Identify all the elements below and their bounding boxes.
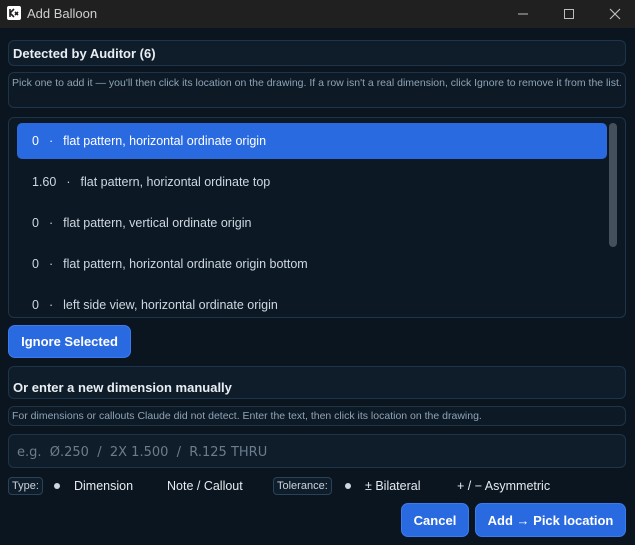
list-item-separator: · — [48, 134, 54, 148]
manual-header: Or enter a new dimension manually — [8, 366, 626, 399]
list-item-value: 0 — [32, 134, 39, 148]
detected-hint: Pick one to add it — you'll then click i… — [8, 72, 626, 108]
minimize-icon — [518, 13, 528, 15]
list-item-label: flat pattern, horizontal ordinate origin… — [63, 257, 308, 271]
list-item-label: flat pattern, horizontal ordinate origin — [63, 134, 267, 148]
list-item-label: flat pattern, vertical ordinate origin — [63, 216, 252, 230]
list-item[interactable]: 0 · left side view, horizontal ordinate … — [17, 287, 607, 317]
manual-hint-text: For dimensions or callouts Claude did no… — [12, 410, 482, 422]
list-item[interactable]: 1.60 · flat pattern, horizontal ordinate… — [17, 164, 607, 200]
tolerance-label: Tolerance: — [273, 477, 332, 495]
radio-bilateral-label: ± Bilateral — [365, 479, 421, 493]
minimize-button[interactable] — [500, 0, 546, 28]
title-bar: Add Balloon — [0, 0, 635, 28]
list-item-separator: · — [48, 257, 54, 271]
list-item[interactable]: 0 · flat pattern, horizontal ordinate or… — [17, 123, 607, 159]
dimension-input[interactable] — [17, 441, 617, 463]
close-icon — [609, 8, 621, 20]
close-button[interactable] — [592, 0, 635, 28]
detected-list[interactable]: 0 · flat pattern, horizontal ordinate or… — [8, 117, 626, 318]
type-label: Type: — [8, 477, 43, 495]
list-item[interactable]: 0 · flat pattern, horizontal ordinate or… — [17, 246, 607, 282]
logo-icon — [7, 6, 21, 20]
radio-asymmetric-label: + / − Asymmetric — [457, 479, 551, 493]
list-item-separator: · — [48, 216, 54, 230]
list-item[interactable]: 0 · flat pattern, vertical ordinate orig… — [17, 205, 607, 241]
manual-title: Or enter a new dimension manually — [13, 380, 232, 395]
radio-selected-icon — [50, 479, 64, 493]
detected-title: Detected by Auditor (6) — [13, 46, 156, 61]
manual-hint: For dimensions or callouts Claude did no… — [8, 406, 626, 426]
ignore-selected-button[interactable]: Ignore Selected — [8, 325, 131, 358]
radio-unselected-icon — [433, 479, 447, 493]
maximize-button[interactable] — [546, 0, 592, 28]
radio-dimension-label: Dimension — [74, 479, 134, 493]
list-item-label: flat pattern, horizontal ordinate top — [80, 175, 271, 189]
radio-unselected-icon — [143, 479, 157, 493]
radio-bilateral[interactable]: ± Bilateral — [341, 479, 421, 493]
radio-asymmetric[interactable]: + / − Asymmetric — [433, 479, 550, 493]
list-scrollbar-thumb[interactable] — [609, 123, 617, 247]
window-title: Add Balloon — [27, 6, 98, 21]
radio-selected-icon — [341, 479, 355, 493]
maximize-icon — [564, 9, 574, 19]
list-item-value: 0 — [32, 216, 39, 230]
radio-note-callout[interactable]: Note / Callout — [143, 479, 243, 493]
radio-note-callout-label: Note / Callout — [167, 479, 243, 493]
list-item-separator: · — [48, 298, 54, 312]
list-item-value: 0 — [32, 298, 39, 312]
list-item-label: left side view, horizontal ordinate orig… — [63, 298, 278, 312]
list-item-value: 1.60 — [32, 175, 57, 189]
add-pick-location-button[interactable]: Add → Pick location — [475, 503, 626, 537]
radio-dimension[interactable]: Dimension — [50, 479, 133, 493]
dimension-input-box[interactable] — [8, 434, 626, 468]
list-item-separator: · — [66, 175, 71, 189]
list-item-value: 0 — [32, 257, 39, 271]
detected-hint-text: Pick one to add it — you'll then click i… — [12, 77, 622, 89]
cancel-button[interactable]: Cancel — [401, 503, 469, 537]
detected-header: Detected by Auditor (6) — [8, 40, 626, 66]
